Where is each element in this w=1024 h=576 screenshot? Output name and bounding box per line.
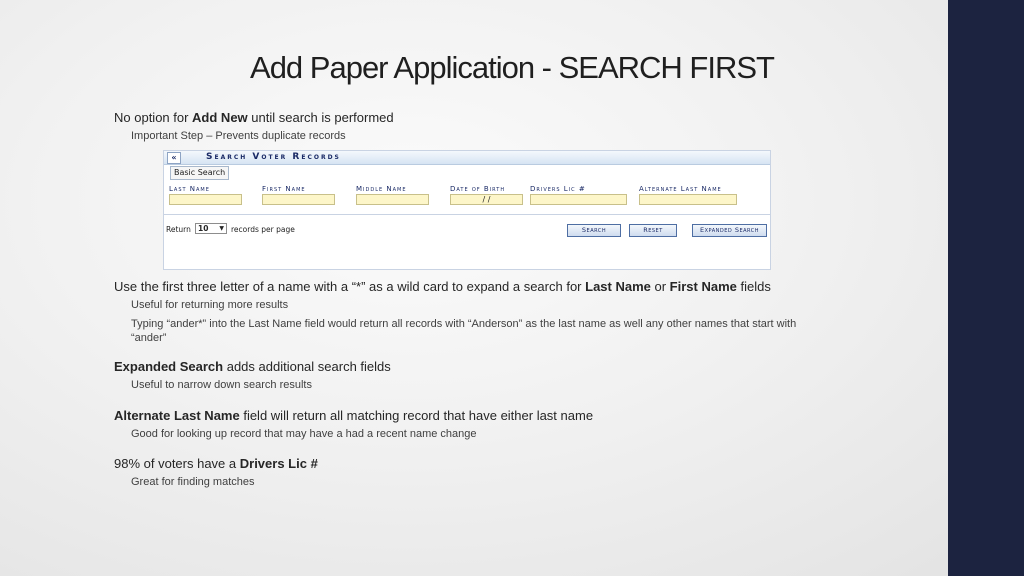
collapse-icon[interactable]: « xyxy=(167,152,181,164)
last-name-field[interactable] xyxy=(169,194,242,205)
first-name-label: First Name xyxy=(262,185,306,193)
tab-basic-search[interactable]: Basic Search xyxy=(170,166,230,180)
alt-last-name-field[interactable] xyxy=(639,194,737,205)
middle-name-field[interactable] xyxy=(356,194,429,205)
middle-name-label: Middle Name xyxy=(356,185,407,193)
decorative-sidebar xyxy=(948,0,1024,576)
drivers-lic-label: Drivers Lic # xyxy=(530,185,586,193)
return-label: Return xyxy=(166,225,191,234)
slide-title: Add Paper Application - SEARCH FIRST xyxy=(250,50,775,85)
panel-header: « Search Voter Records xyxy=(164,151,770,165)
bullet-alternate-last-name: Alternate Last Name field will return al… xyxy=(114,408,594,423)
bullet-wildcard: Use the first three letter of a name wit… xyxy=(114,279,771,294)
sub-bullet-narrow-down: Useful to narrow down search results xyxy=(131,379,312,391)
dob-field[interactable]: / / xyxy=(450,194,523,205)
sub-bullet-ander-example: Typing “ander*” into the Last Name field… xyxy=(131,318,797,344)
sub-bullet-finding-matches: Great for finding matches xyxy=(131,476,255,488)
bullet-drivers-lic: 98% of voters have a Drivers Lic # xyxy=(114,456,318,471)
records-per-page-label: records per page xyxy=(231,225,295,234)
panel-title: Search Voter Records xyxy=(206,152,341,162)
dob-label: Date of Birth xyxy=(450,185,506,193)
dropdown-arrow-icon: ▼ xyxy=(219,225,224,232)
first-name-field[interactable] xyxy=(262,194,335,205)
records-per-page-select[interactable]: 10 ▼ xyxy=(195,223,227,234)
alt-last-name-label: Alternate Last Name xyxy=(639,185,722,193)
reset-button[interactable]: Reset xyxy=(629,224,677,237)
last-name-label: Last Name xyxy=(169,185,210,193)
bullet-add-new: No option for Add New until search is pe… xyxy=(114,110,394,125)
sub-bullet-more-results: Useful for returning more results xyxy=(131,299,289,311)
expanded-search-button[interactable]: Expanded Search xyxy=(692,224,767,237)
bullet-expanded-search: Expanded Search adds additional search f… xyxy=(114,359,391,374)
divider xyxy=(164,214,770,215)
drivers-lic-field[interactable] xyxy=(530,194,627,205)
search-voter-records-panel: « Search Voter Records Basic Search Last… xyxy=(163,150,771,270)
search-button[interactable]: Search xyxy=(567,224,621,237)
sub-bullet-name-change: Good for looking up record that may have… xyxy=(131,428,477,440)
sub-bullet-important-step: Important Step – Prevents duplicate reco… xyxy=(131,130,346,142)
